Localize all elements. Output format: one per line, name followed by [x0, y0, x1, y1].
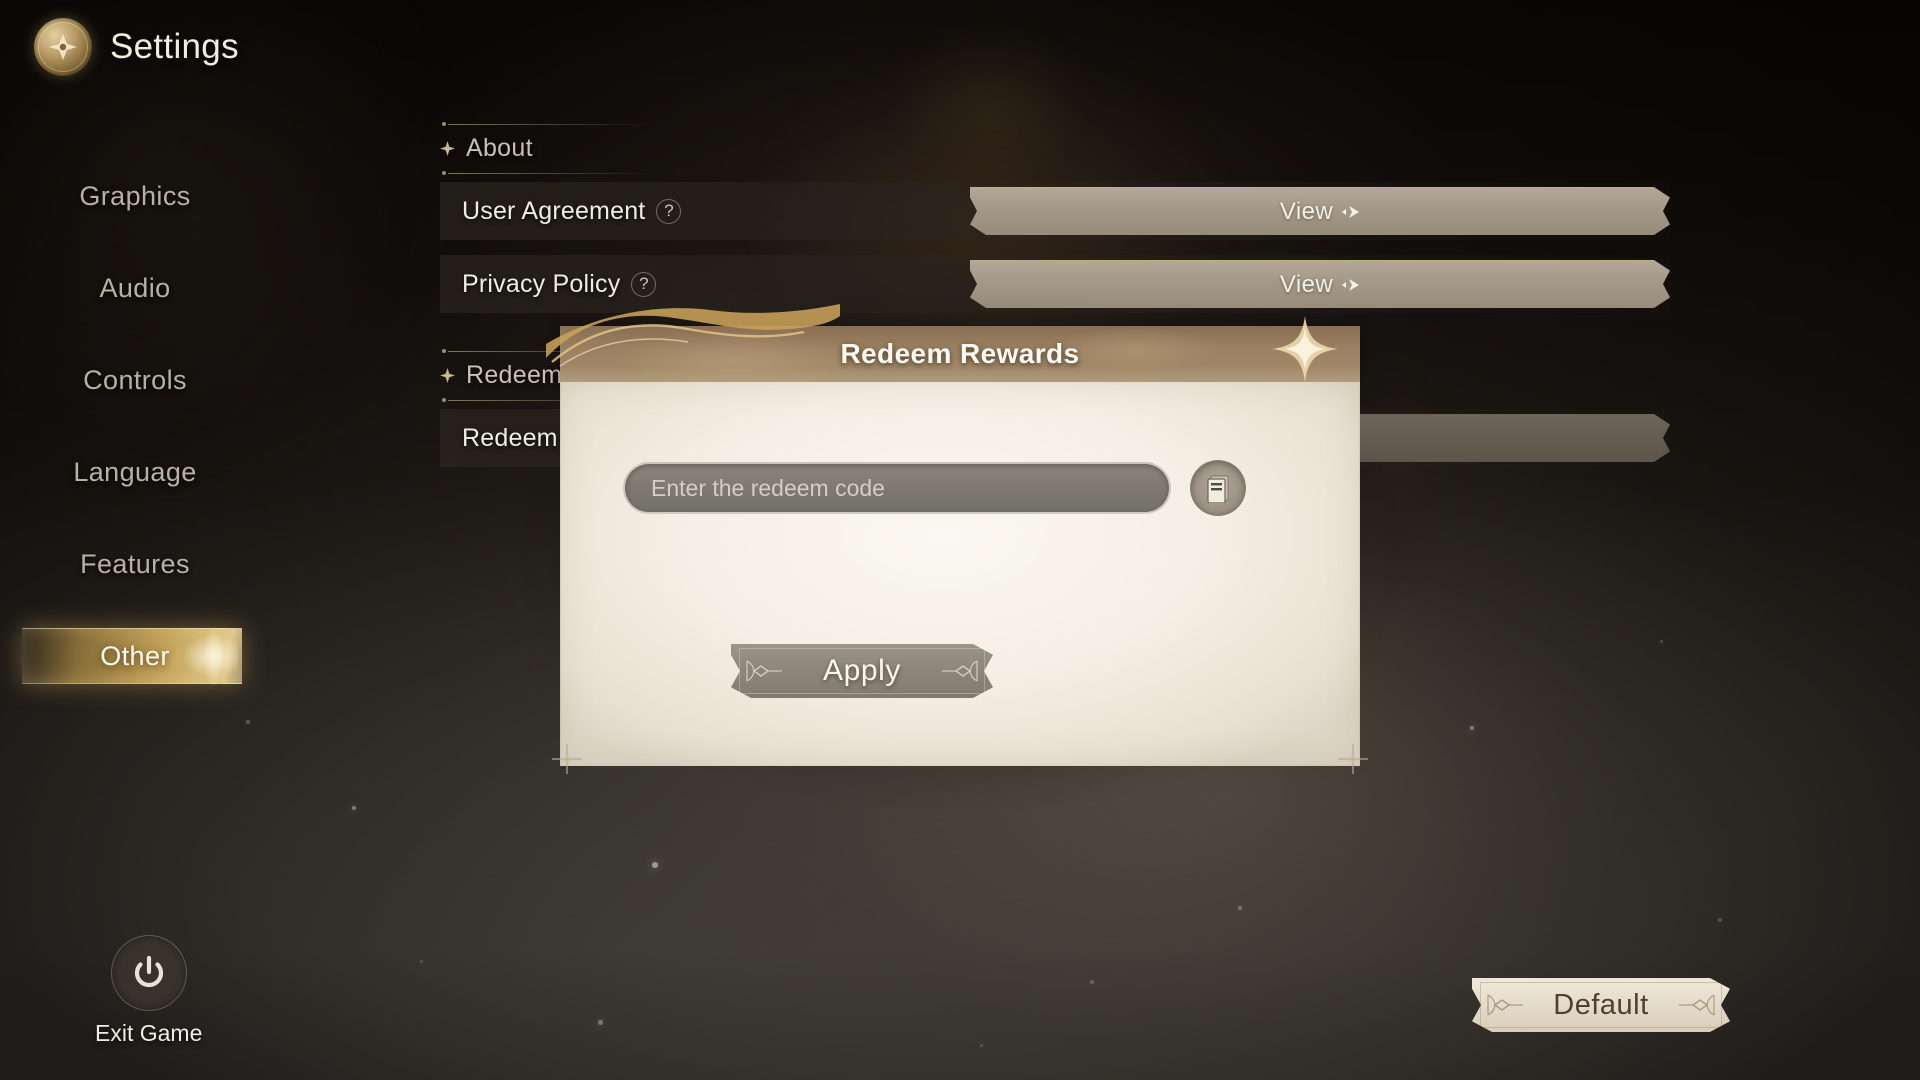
option-label: User Agreement [462, 196, 646, 225]
section-header-about: About [440, 120, 1670, 182]
modal-body: Apply [552, 382, 1368, 774]
option-row-privacy-policy: Privacy Policy ? View [440, 255, 1670, 313]
sidebar-item-audio[interactable]: Audio [0, 242, 270, 334]
sidebar-item-label: Controls [83, 364, 187, 395]
plaque-ornament-right-icon [941, 658, 981, 684]
view-button-label: View [1279, 197, 1334, 225]
corner-marker-bottom-left-icon [552, 744, 582, 774]
sidebar-item-features[interactable]: Features [0, 518, 270, 610]
diamond-sparkle-icon [440, 368, 455, 383]
four-point-star-icon [1272, 316, 1338, 382]
redeem-code-input[interactable] [623, 462, 1171, 514]
page-title: Settings [110, 27, 239, 66]
settings-sidebar: Graphics Audio Controls Language Feature… [0, 150, 270, 702]
diamond-sparkle-icon [440, 141, 455, 156]
modal-title: Redeem Rewards [840, 338, 1080, 369]
apply-button-label: Apply [822, 654, 902, 687]
plaque-ornament-left-icon [1484, 992, 1524, 1018]
modal-header: Redeem Rewards [560, 316, 1360, 382]
sidebar-item-other[interactable]: Other [0, 610, 270, 702]
power-icon [110, 935, 187, 1011]
arrow-right-icon [1342, 205, 1360, 219]
exit-game-label: Exit Game [95, 1020, 203, 1046]
arrow-right-icon [1342, 278, 1360, 292]
section-rule-bottom [442, 171, 653, 175]
question-mark-icon[interactable]: ? [656, 198, 682, 224]
default-button-label: Default [1553, 988, 1649, 1021]
sidebar-item-label: Language [73, 456, 197, 487]
sidebar-item-label: Audio [99, 272, 171, 303]
plaque-ornament-left-icon [743, 658, 783, 684]
view-user-agreement-button[interactable]: View [970, 187, 1670, 235]
view-button-content: View [1280, 198, 1360, 226]
exit-game-button[interactable]: Exit Game [95, 935, 202, 1047]
clipboard-paste-icon[interactable] [1190, 460, 1246, 516]
corner-marker-bottom-right-icon [1338, 744, 1368, 774]
view-button-content: View [1280, 271, 1360, 299]
option-label: Privacy Policy [462, 269, 621, 298]
redeem-input-row [623, 460, 1246, 516]
section-rule-top [442, 122, 653, 126]
plaque-ornament-right-icon [1678, 992, 1718, 1018]
view-privacy-policy-button[interactable]: View [970, 260, 1670, 308]
sidebar-item-controls[interactable]: Controls [0, 334, 270, 426]
sidebar-item-label: Features [80, 548, 190, 579]
sidebar-item-graphics[interactable]: Graphics [0, 150, 270, 242]
default-button[interactable]: Default [1472, 978, 1730, 1032]
question-mark-icon[interactable]: ? [631, 271, 657, 297]
redeem-rewards-modal: Redeem Rewards Enter the redeem code App… [538, 304, 1382, 792]
sidebar-item-language[interactable]: Language [0, 426, 270, 518]
compass-emblem-icon [34, 18, 92, 76]
sidebar-item-label: Graphics [79, 180, 191, 211]
section-title: About [466, 134, 533, 162]
page-header: Settings [34, 18, 239, 76]
apply-button[interactable]: Apply [731, 644, 993, 698]
view-button-label: View [1279, 270, 1334, 298]
sidebar-item-label: Other [100, 640, 170, 671]
option-row-user-agreement: User Agreement ? View [440, 182, 1670, 240]
